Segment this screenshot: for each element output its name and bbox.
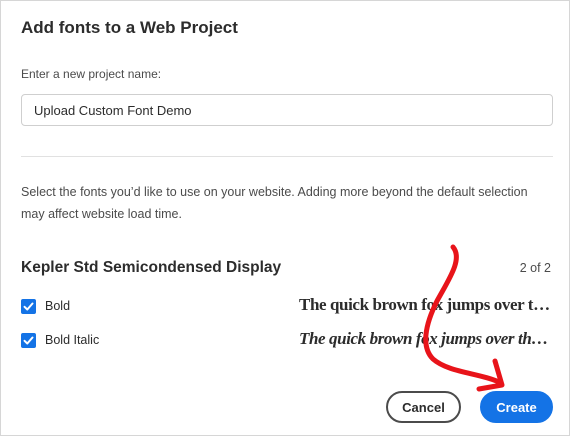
project-name-label: Enter a new project name:: [21, 67, 162, 81]
font-family-name: Kepler Std Semicondensed Display: [21, 259, 282, 276]
font-style-count: 2 of 2: [519, 261, 551, 275]
project-name-input[interactable]: [21, 94, 553, 126]
checkmark-icon: [23, 302, 34, 311]
cancel-button[interactable]: Cancel: [386, 391, 461, 423]
bold-italic-checkbox[interactable]: [21, 333, 36, 348]
font-style-row-bold-italic: Bold Italic The quick brown fox jumps ov…: [21, 329, 551, 353]
font-style-row-bold: Bold The quick brown fox jumps over the …: [21, 295, 551, 319]
bold-checkbox[interactable]: [21, 299, 36, 314]
dialog-title: Add fonts to a Web Project: [21, 18, 238, 37]
checkmark-icon: [23, 336, 34, 345]
create-button[interactable]: Create: [480, 391, 553, 423]
font-sample-text: The quick brown fox jumps over the lazy …: [299, 295, 551, 314]
font-sample-text: The quick brown fox jumps over the lazy …: [299, 329, 551, 348]
selection-description: Select the fonts you’d like to use on yo…: [21, 185, 528, 221]
add-fonts-dialog: Add fonts to a Web Project Enter a new p…: [0, 0, 570, 436]
divider: [21, 156, 553, 157]
font-style-label: Bold: [45, 299, 71, 313]
font-style-label: Bold Italic: [45, 333, 100, 347]
